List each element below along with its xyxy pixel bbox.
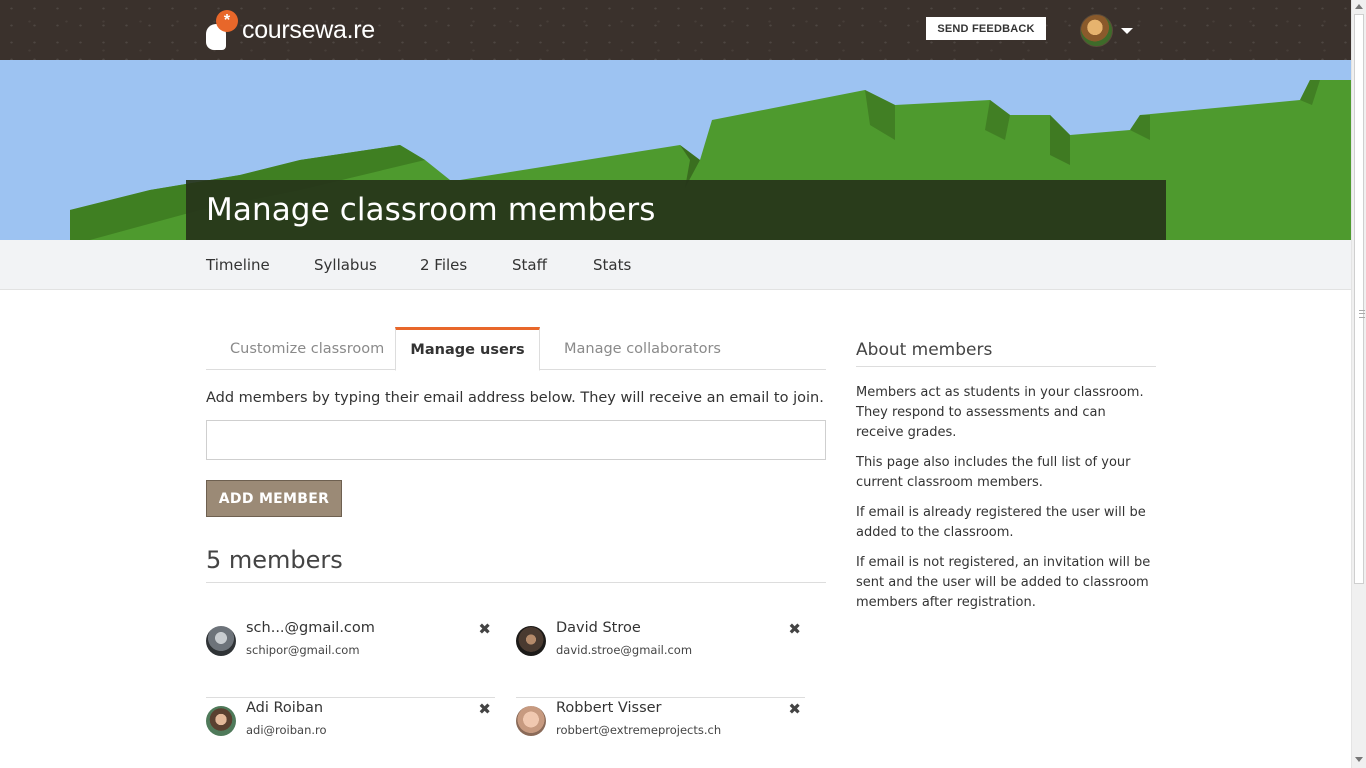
add-member-button[interactable]: ADD MEMBER — [206, 480, 342, 517]
about-paragraph: If email is not registered, an invitatio… — [856, 555, 1151, 610]
member-name: Adi Roiban — [246, 700, 324, 716]
member-card: sch...@gmail.com schipor@gmail.com ✖ — [206, 618, 495, 698]
member-email: david.stroe@gmail.com — [556, 643, 693, 657]
member-email: adi@roiban.ro — [246, 723, 327, 737]
tab-manage-users[interactable]: Manage users — [395, 327, 540, 371]
about-paragraph: This page also includes the full list of… — [856, 455, 1131, 490]
member-email-input[interactable] — [206, 420, 826, 460]
logo[interactable]: * coursewa.re — [206, 10, 375, 50]
chevron-down-icon[interactable] — [1121, 28, 1133, 34]
scrollbar-thumb[interactable] — [1354, 14, 1365, 584]
top-bar: * coursewa.re SEND FEEDBACK — [0, 0, 1351, 60]
settings-tabs: Customize classroom Manage users Manage … — [206, 327, 826, 371]
member-card: David Stroe david.stroe@gmail.com ✖ — [516, 618, 805, 698]
close-icon[interactable]: ✖ — [478, 620, 491, 638]
about-members-panel: About members Members act as students in… — [856, 340, 1156, 613]
member-name: sch...@gmail.com — [246, 620, 375, 636]
nav-files[interactable]: 2 Files — [420, 256, 467, 274]
nav-stats[interactable]: Stats — [593, 256, 631, 274]
nav-staff[interactable]: Staff — [512, 256, 547, 274]
close-icon[interactable]: ✖ — [788, 700, 801, 718]
logo-text: coursewa.re — [242, 15, 375, 44]
classroom-nav: Timeline Syllabus 2 Files Staff Stats — [0, 240, 1351, 290]
user-avatar[interactable] — [1080, 14, 1113, 47]
tab-customize-classroom[interactable]: Customize classroom — [230, 327, 384, 370]
page-title: Manage classroom members — [206, 192, 656, 228]
send-feedback-button[interactable]: SEND FEEDBACK — [926, 17, 1046, 40]
classroom-banner: Manage classroom members — [0, 60, 1351, 240]
avatar — [206, 706, 236, 736]
close-icon[interactable]: ✖ — [478, 700, 491, 718]
avatar — [206, 626, 236, 656]
members-count: 5 members — [206, 546, 343, 574]
scroll-down-icon[interactable] — [1355, 757, 1363, 762]
logo-icon: * — [206, 10, 240, 50]
banner-title-bar: Manage classroom members — [186, 180, 1166, 240]
nav-syllabus[interactable]: Syllabus — [314, 256, 377, 274]
member-email: schipor@gmail.com — [246, 643, 360, 657]
add-members-instructions: Add members by typing their email addres… — [206, 390, 824, 406]
member-email: robbert@extremeprojects.ch — [556, 723, 722, 737]
member-card: Robbert Visser robbert@extremeprojects.c… — [516, 698, 805, 768]
about-paragraph: Members act as students in your classroo… — [856, 385, 1144, 440]
nav-timeline[interactable]: Timeline — [206, 256, 270, 274]
member-card: Adi Roiban adi@roiban.ro ✖ — [206, 698, 495, 768]
about-members-title: About members — [856, 340, 1156, 367]
close-icon[interactable]: ✖ — [788, 620, 801, 638]
member-name: David Stroe — [556, 620, 641, 636]
avatar — [516, 706, 546, 736]
page-scrollbar[interactable] — [1351, 0, 1366, 768]
avatar — [516, 626, 546, 656]
members-heading: 5 members — [206, 546, 826, 583]
scroll-up-icon[interactable] — [1355, 4, 1363, 9]
member-name: Robbert Visser — [556, 700, 662, 716]
about-paragraph: If email is already registered the user … — [856, 505, 1146, 540]
tab-manage-collaborators[interactable]: Manage collaborators — [564, 327, 721, 370]
